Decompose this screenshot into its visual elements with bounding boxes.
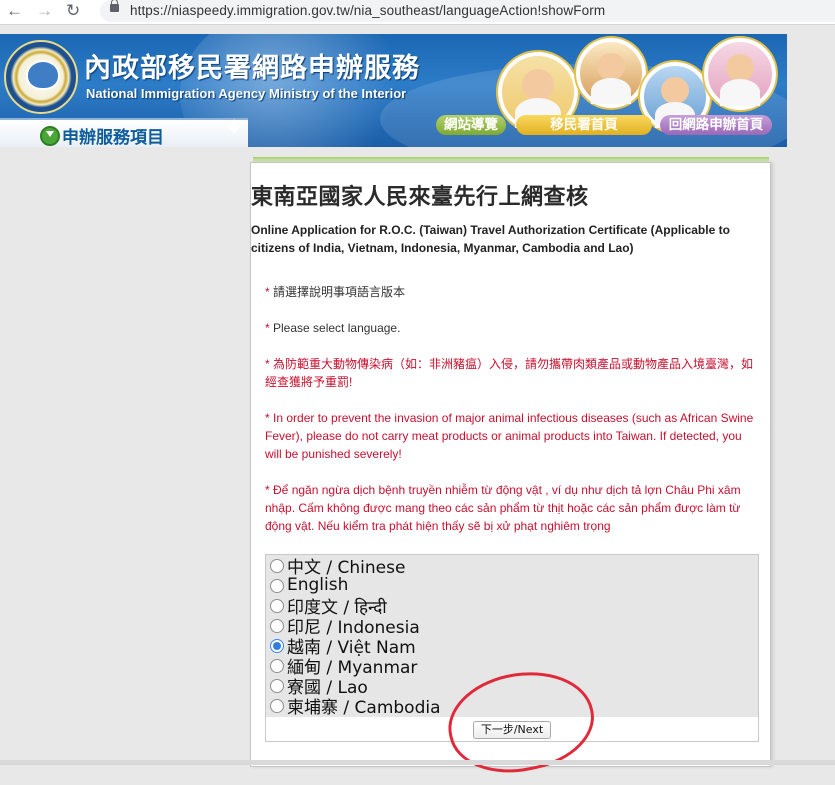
services-label[interactable]: 申辦服務項目 bbox=[62, 123, 164, 147]
site-banner: 內政部移民署網路申辦服務 National Immigration Agency… bbox=[0, 34, 787, 147]
services-menu[interactable]: 申辦服務項目 bbox=[0, 118, 248, 147]
notice-text: In order to prevent the invasion of majo… bbox=[265, 411, 754, 461]
required-star: * bbox=[265, 357, 274, 371]
banner-title-zh: 內政部移民署網路申辦服務 bbox=[84, 53, 420, 84]
notice-text: 請選擇說明事項語言版本 bbox=[273, 285, 406, 299]
page-bottom-strip bbox=[0, 760, 835, 765]
return-home-link[interactable]: 回網路申辦首頁 bbox=[660, 115, 772, 135]
language-label: 柬埔寨 / Cambodia bbox=[287, 697, 441, 718]
notice-select-language-en: * Please select language. bbox=[265, 319, 757, 337]
radio-button[interactable] bbox=[270, 619, 284, 633]
notice-disease-vi: * Để ngăn ngừa dịch bệnh truyền nhiễm từ… bbox=[265, 481, 757, 535]
people-photo-4 bbox=[704, 38, 776, 110]
radio-button-selected[interactable] bbox=[270, 639, 284, 653]
required-star: * bbox=[265, 483, 274, 497]
radio-button[interactable] bbox=[270, 659, 284, 673]
address-bar[interactable]: https://niaspeedy.immigration.gov.tw/nia… bbox=[100, 0, 835, 22]
form-footer: 下一步/Next bbox=[265, 717, 759, 742]
banner-title-en: National Immigration Agency Ministry of … bbox=[86, 86, 407, 101]
page-title: 東南亞國家人民來臺先行上網查核 bbox=[251, 185, 589, 210]
required-star: * bbox=[265, 321, 274, 335]
language-option-cambodia[interactable]: 柬埔寨 / Cambodia bbox=[270, 695, 441, 718]
page-subtitle: Online Application for R.O.C. (Taiwan) T… bbox=[251, 223, 730, 255]
notice-select-language-zh: * 請選擇說明事項語言版本 bbox=[265, 283, 757, 301]
radio-button[interactable] bbox=[270, 559, 284, 573]
people-photo-2 bbox=[576, 38, 646, 108]
radio-button[interactable] bbox=[270, 679, 284, 693]
agency-logo[interactable] bbox=[4, 40, 78, 114]
site-guide-link[interactable]: 網站導覽 bbox=[436, 115, 506, 135]
agency-home-link[interactable]: 移民署首頁 bbox=[516, 115, 652, 135]
radio-button[interactable] bbox=[270, 599, 284, 613]
back-arrow-icon[interactable]: ← bbox=[6, 1, 23, 21]
required-star: * bbox=[265, 285, 274, 299]
notice-text: 為防範重大動物傳染病（如：非洲豬瘟）入侵，請勿攜帶肉類產品或動物產品入境臺灣，如… bbox=[265, 357, 754, 389]
notice-disease-zh: * 為防範重大動物傳染病（如：非洲豬瘟）入侵，請勿攜帶肉類產品或動物產品入境臺灣… bbox=[265, 355, 757, 391]
next-button[interactable]: 下一步/Next bbox=[473, 721, 551, 739]
radio-button[interactable] bbox=[270, 579, 284, 593]
reload-icon[interactable]: ↻ bbox=[66, 1, 80, 21]
language-option-chinese[interactable]: 中文 / Chinese bbox=[270, 555, 406, 578]
url-path: niaspeedy.immigration.gov.tw/nia_southea… bbox=[171, 3, 606, 18]
notice-disease-en: * In order to prevent the invasion of ma… bbox=[265, 409, 757, 463]
language-radio-group: 中文 / Chinese English 印度文 / हिन्दी 印尼 / I… bbox=[265, 554, 759, 718]
down-arrow-circle-icon bbox=[40, 126, 60, 146]
lock-icon bbox=[110, 0, 119, 12]
notice-text: Để ngăn ngừa dịch bệnh truyền nhiễm từ đ… bbox=[265, 483, 741, 533]
radio-button[interactable] bbox=[270, 699, 284, 713]
content-card: 東南亞國家人民來臺先行上網查核 Online Application for R… bbox=[250, 162, 771, 767]
forward-arrow-icon[interactable]: → bbox=[36, 1, 53, 21]
url-scheme: https:// bbox=[130, 3, 172, 18]
required-star: * bbox=[265, 411, 274, 425]
language-label: 中文 / Chinese bbox=[287, 557, 406, 578]
notice-text: Please select language. bbox=[273, 321, 401, 335]
browser-toolbar: ← → ↻ https://niaspeedy.immigration.gov.… bbox=[0, 0, 835, 25]
bird-icon: ✦ bbox=[224, 115, 245, 142]
url-text[interactable]: https://niaspeedy.immigration.gov.tw/nia… bbox=[130, 3, 605, 18]
